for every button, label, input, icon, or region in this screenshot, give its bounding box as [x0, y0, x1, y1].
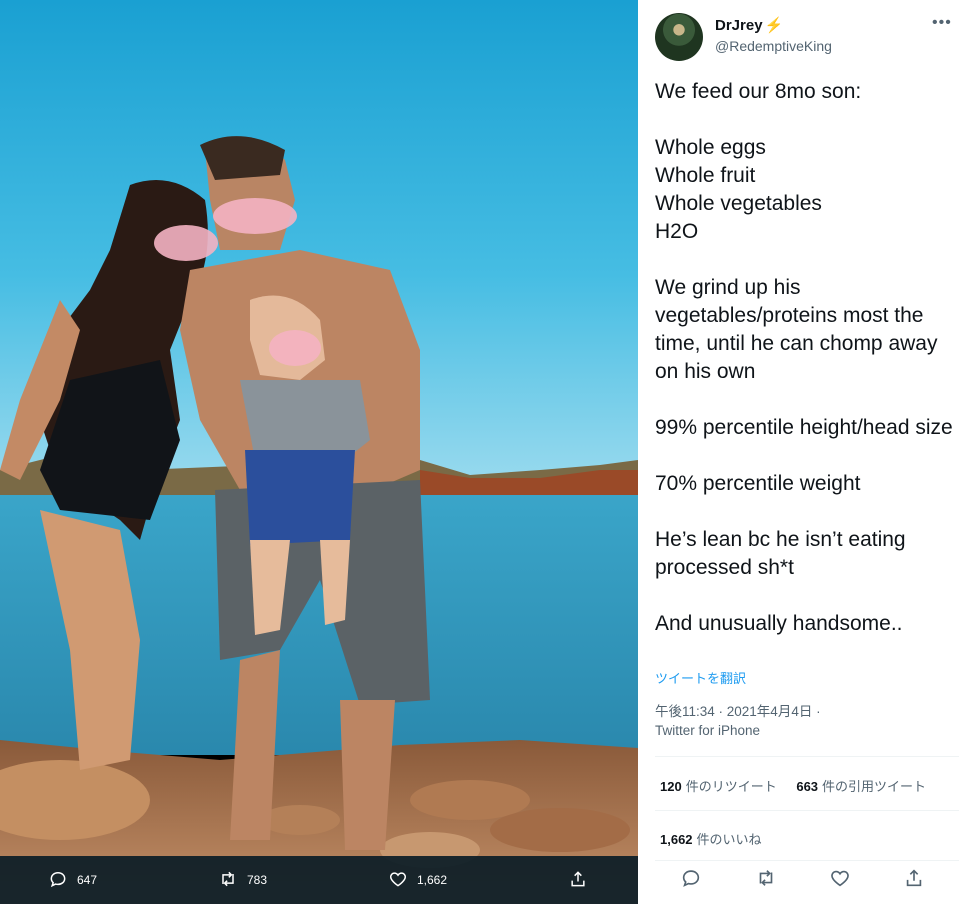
retweet-quote-stats: 120 件のリツイート 663 件の引用ツイート [660, 776, 926, 795]
tweet-meta: 午後11:34 · 2021年4月4日 · Twitter for iPhone [655, 702, 821, 740]
divider [655, 810, 959, 811]
like-count: 1,662 [417, 873, 448, 887]
tweet-photo-viewer[interactable]: 647 783 1,662 [0, 0, 638, 904]
share-icon[interactable] [903, 867, 925, 889]
tweet-detail-pane: DrJrey ⚡ @RedemptiveKing ••• We feed our … [638, 0, 959, 904]
retweets-stat[interactable]: 120 件のリツイート [660, 779, 777, 794]
reply-count: 647 [77, 873, 98, 887]
retweet-count: 783 [247, 873, 268, 887]
photo-share-button[interactable] [568, 856, 588, 904]
retweet-icon [218, 869, 238, 892]
tweet-photo [0, 0, 638, 904]
photo-like-button[interactable]: 1,662 [388, 856, 447, 904]
photo-reply-button[interactable]: 647 [48, 856, 97, 904]
photo-retweet-button[interactable]: 783 [218, 856, 267, 904]
lightning-badge-icon: ⚡ [764, 17, 784, 34]
photo-action-bar: 647 783 1,662 [0, 856, 638, 904]
tweet-author[interactable]: DrJrey ⚡ @RedemptiveKing [715, 16, 832, 54]
tweet-timestamp[interactable]: 午後11:34 · 2021年4月4日 · [655, 702, 821, 721]
display-name[interactable]: DrJrey [715, 17, 763, 34]
heart-icon [388, 869, 408, 892]
translate-tweet-link[interactable]: ツイートを翻訳 [655, 668, 746, 687]
divider [655, 860, 959, 861]
reply-icon[interactable] [680, 867, 702, 889]
heart-icon[interactable] [829, 867, 851, 889]
retweet-icon[interactable] [755, 867, 777, 889]
tweet-source[interactable]: Twitter for iPhone [655, 721, 821, 740]
user-handle[interactable]: @RedemptiveKing [715, 38, 832, 54]
more-options-icon[interactable]: ••• [932, 14, 952, 32]
tweet-action-bar [638, 867, 959, 903]
divider [655, 756, 959, 757]
share-icon [568, 869, 588, 892]
tweet-text: We feed our 8mo son: Whole eggs Whole fr… [655, 80, 953, 635]
avatar[interactable] [655, 13, 703, 61]
likes-stat[interactable]: 1,662 件のいいね [660, 829, 762, 848]
quotes-stat[interactable]: 663 件の引用ツイート [796, 779, 926, 794]
reply-icon [48, 869, 68, 892]
